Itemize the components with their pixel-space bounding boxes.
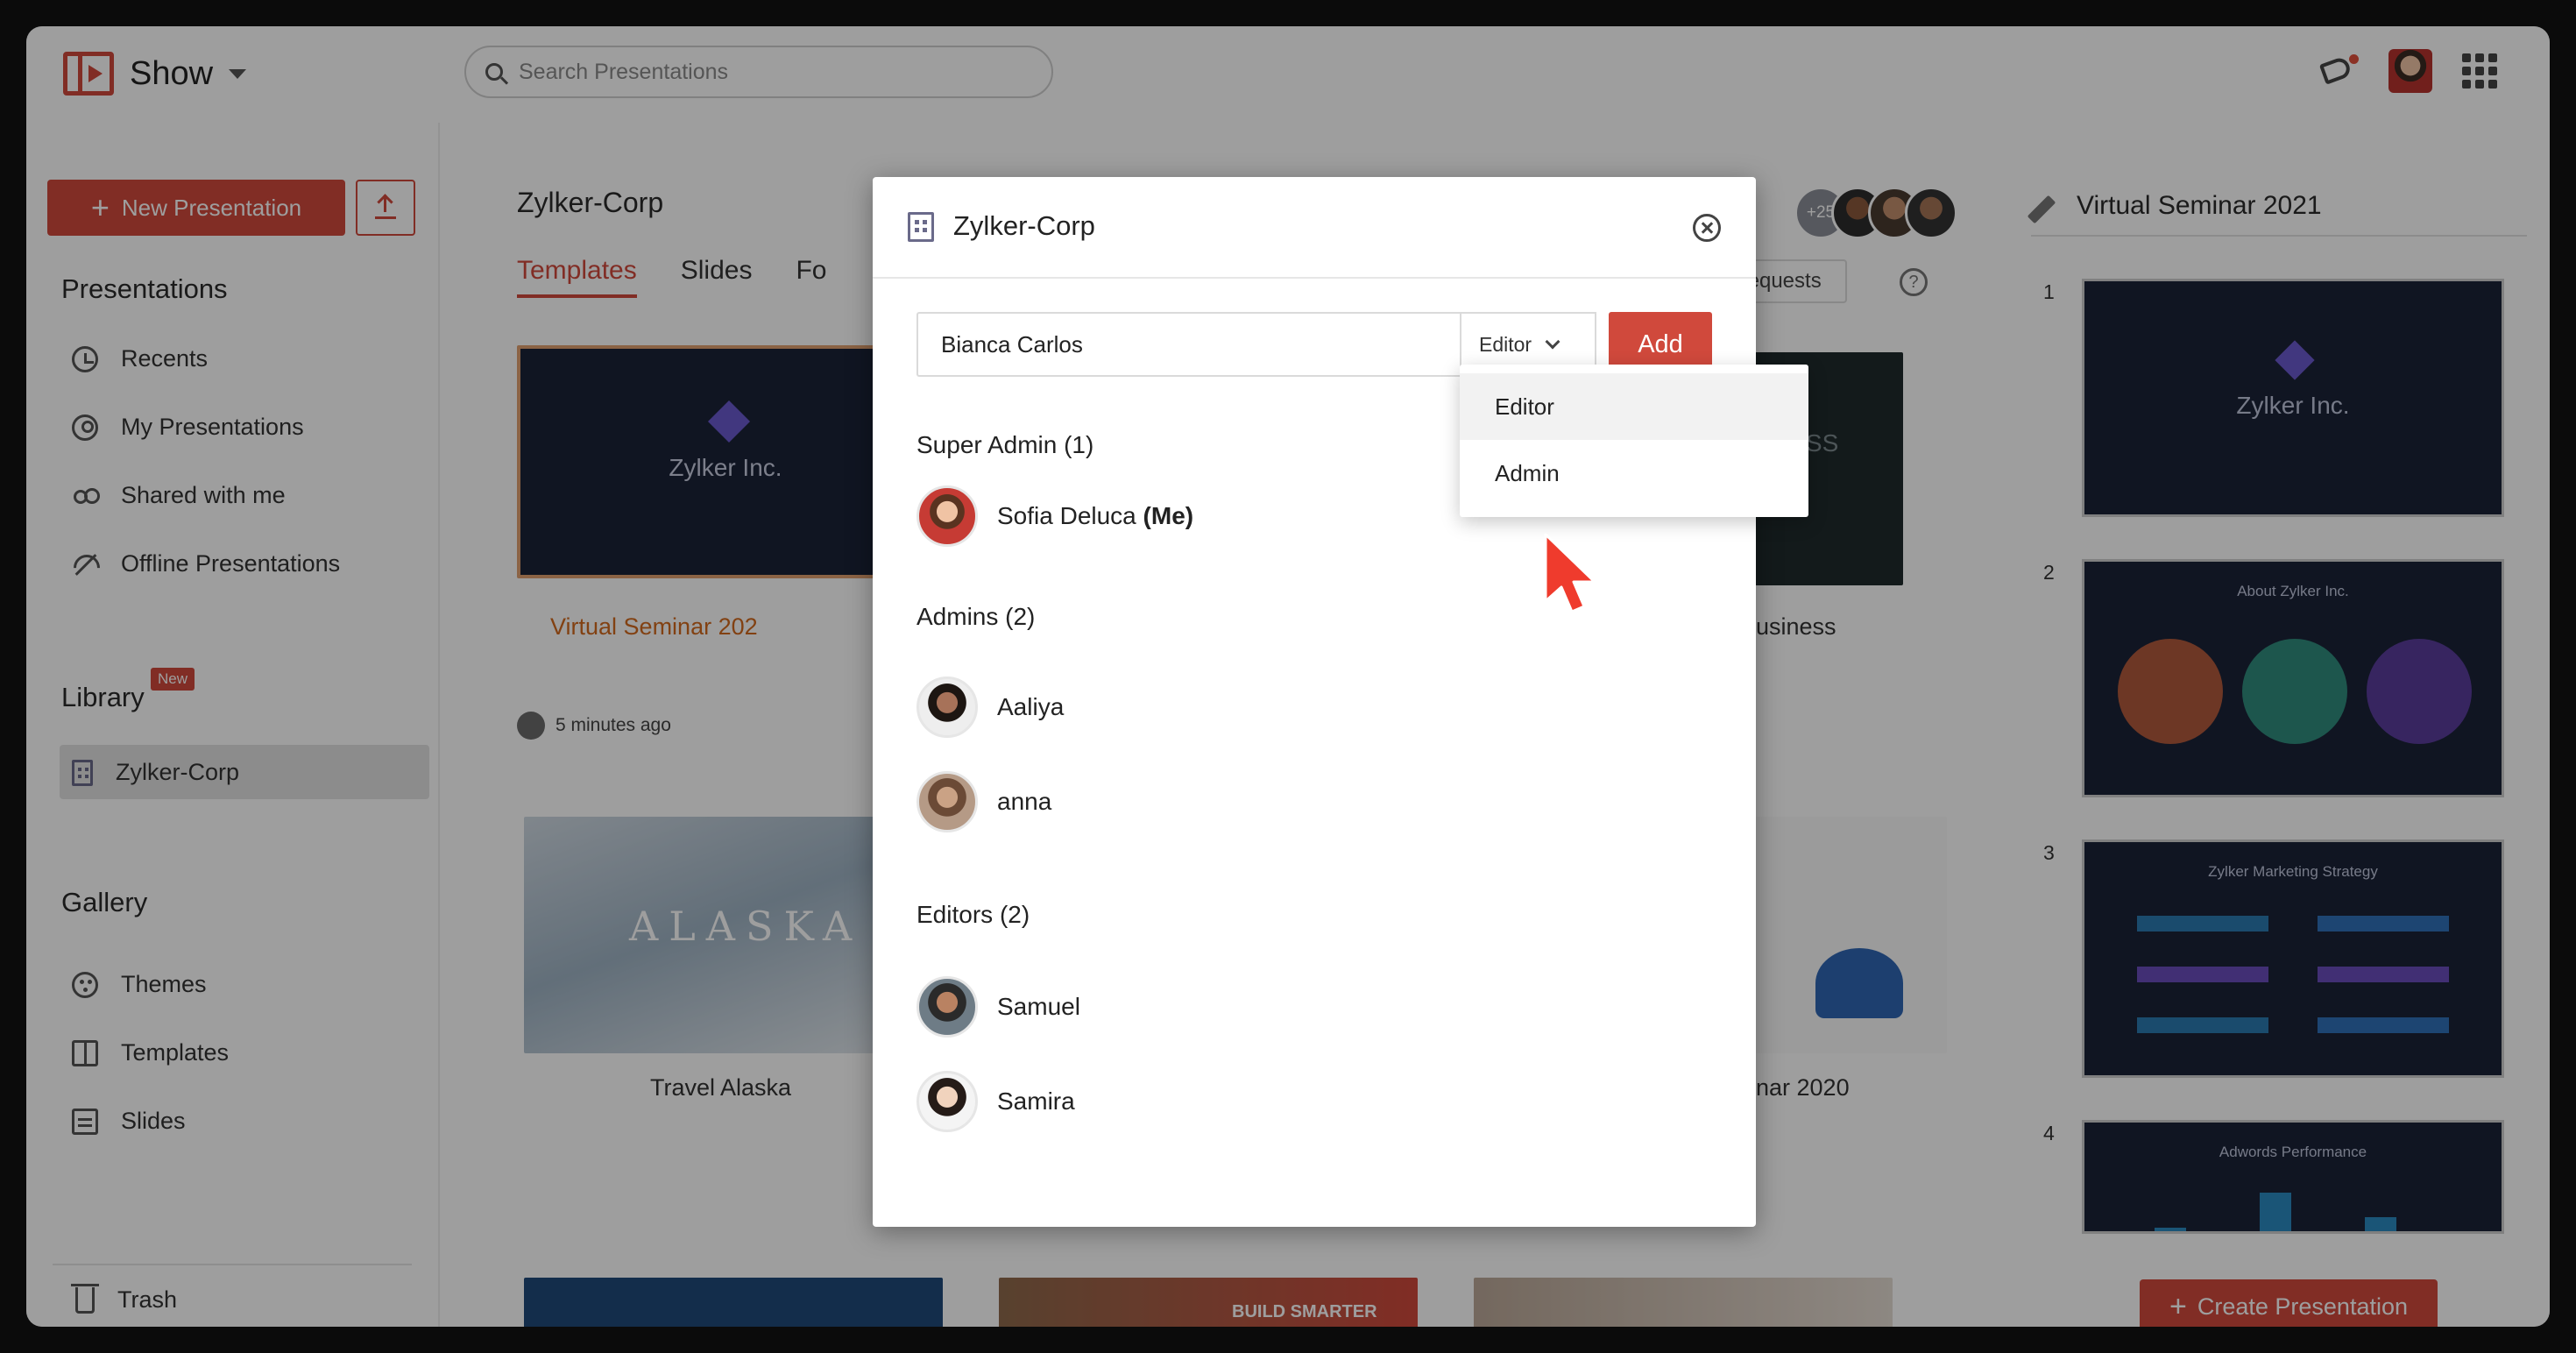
role-option-editor[interactable]: Editor [1460, 373, 1808, 440]
group-label: Admins [916, 603, 999, 630]
avatar [916, 676, 978, 738]
app-window: Show + New Presentation Presentations [26, 26, 2550, 1327]
avatar [916, 976, 978, 1038]
member-row[interactable]: Samira [916, 1071, 1075, 1132]
member-name: Samira [997, 1087, 1075, 1115]
member-row[interactable]: anna [916, 771, 1051, 832]
group-admins: Admins (2) [916, 603, 1035, 631]
organization-icon [908, 212, 934, 242]
member-name: anna [997, 788, 1052, 815]
group-editors: Editors (2) [916, 901, 1030, 929]
group-label: Super Admin [916, 431, 1058, 458]
member-name: Samuel [997, 993, 1080, 1020]
me-tag: (Me) [1143, 502, 1194, 529]
member-input-wrapper [916, 312, 1460, 377]
member-name: Aaliya [997, 693, 1065, 720]
group-count: (1) [1064, 431, 1094, 458]
dialog-title: Zylker-Corp [953, 210, 1095, 241]
avatar [916, 1071, 978, 1132]
avatar [916, 485, 978, 547]
group-count: (2) [999, 901, 1030, 928]
group-label: Editors [916, 901, 994, 928]
close-icon[interactable] [1693, 214, 1721, 242]
member-row[interactable]: Samuel [916, 976, 1080, 1038]
dialog-header: Zylker-Corp [873, 177, 1756, 279]
member-row[interactable]: Aaliya [916, 676, 1064, 738]
mouse-cursor-icon [1544, 533, 1596, 613]
chevron-down-icon [1545, 334, 1560, 350]
group-super-admin: Super Admin (1) [916, 431, 1093, 459]
share-dialog: Zylker-Corp Editor Add Super Admin (1) S… [873, 177, 1756, 1227]
group-count: (2) [1005, 603, 1036, 630]
member-name-text: Sofia Deluca [997, 502, 1136, 529]
role-option-admin[interactable]: Admin [1460, 440, 1808, 506]
avatar [916, 771, 978, 832]
role-select-value: Editor [1479, 332, 1532, 356]
role-dropdown-menu: Editor Admin [1460, 365, 1808, 517]
member-name-input[interactable] [941, 330, 1432, 358]
member-row[interactable]: Sofia Deluca (Me) [916, 485, 1193, 547]
member-name: Sofia Deluca (Me) [997, 502, 1193, 530]
